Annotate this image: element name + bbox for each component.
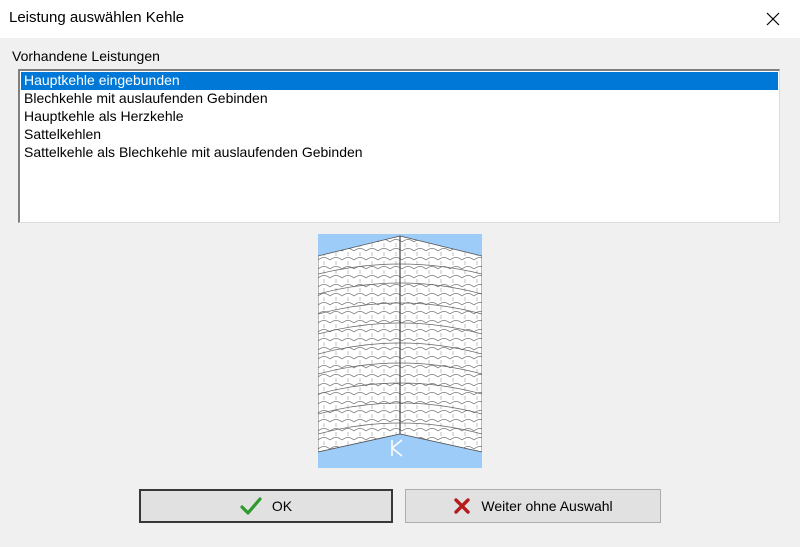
list-item[interactable]: Sattelkehlen — [21, 126, 778, 144]
list-item[interactable]: Blechkehle mit auslaufenden Gebinden — [21, 90, 778, 108]
preview-image — [317, 234, 483, 468]
roof-valley-drawing — [317, 235, 483, 468]
list-label: Vorhandene Leistungen — [12, 48, 160, 64]
x-icon — [454, 498, 471, 514]
close-icon — [766, 12, 780, 26]
ok-button[interactable]: OK — [139, 489, 393, 523]
close-button[interactable] — [746, 0, 800, 38]
ok-button-label: OK — [271, 498, 293, 514]
checkmark-icon — [240, 497, 262, 515]
window-title: Leistung auswählen Kehle — [9, 9, 185, 26]
title-bar: Leistung auswählen Kehle — [0, 0, 800, 38]
list-item[interactable]: Hauptkehle eingebunden — [21, 72, 778, 90]
services-listbox[interactable]: Hauptkehle eingebunden Blechkehle mit au… — [18, 69, 780, 223]
list-item[interactable]: Hauptkehle als Herzkehle — [21, 108, 778, 126]
continue-without-selection-button[interactable]: Weiter ohne Auswahl — [405, 489, 661, 523]
list-item[interactable]: Sattelkehle als Blechkehle mit auslaufen… — [21, 144, 778, 162]
continue-button-label: Weiter ohne Auswahl — [481, 498, 613, 514]
